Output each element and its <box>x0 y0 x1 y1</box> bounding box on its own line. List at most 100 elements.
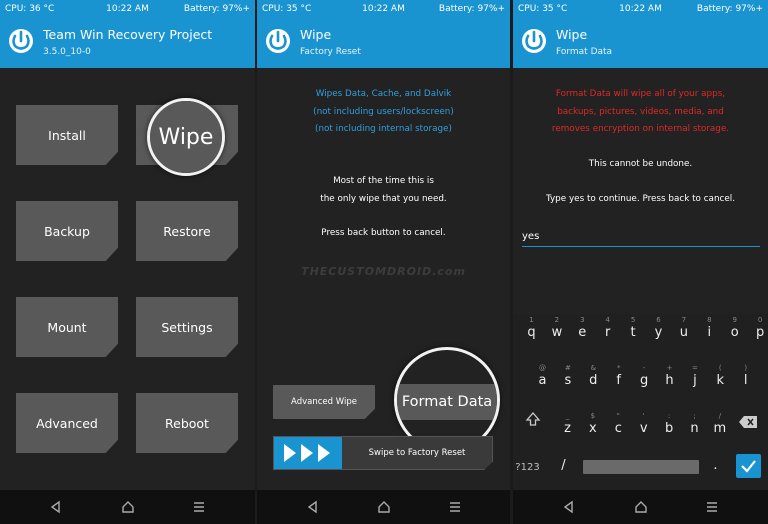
menu-icon[interactable] <box>704 499 720 515</box>
status-bar: CPU: 35 °C 10:22 AM Battery: 97%+ <box>513 0 768 18</box>
menu-icon[interactable] <box>447 499 463 515</box>
key-hint: # <box>564 364 571 372</box>
key-b[interactable]: :b <box>657 412 682 437</box>
key-char: v <box>639 421 648 436</box>
key-hint: @ <box>539 364 546 372</box>
home-icon[interactable] <box>120 499 136 515</box>
key-o[interactable]: 9o <box>722 316 747 341</box>
advanced-button[interactable]: Advanced <box>16 393 118 453</box>
swipe-to-factory-reset[interactable]: Swipe to Factory Reset <box>273 436 493 470</box>
format-panel: Format Data will wipe all of your apps, … <box>513 68 768 490</box>
settings-button[interactable]: Settings <box>136 297 238 357</box>
key-d[interactable]: & d <box>581 364 606 389</box>
key-hint: & <box>590 364 597 372</box>
period-key[interactable]: . <box>703 458 728 473</box>
warning-line: backups, pictures, videos, media, and <box>557 106 724 117</box>
key-char: e <box>578 325 587 340</box>
reboot-button[interactable]: Reboot <box>136 393 238 453</box>
menu-icon[interactable] <box>191 499 207 515</box>
key-v[interactable]: ' v <box>631 412 656 437</box>
shift-icon[interactable] <box>525 411 541 427</box>
key-x[interactable]: $ x <box>580 412 605 437</box>
symbols-key[interactable]: ?123 <box>515 462 540 473</box>
key-char: u <box>679 325 689 340</box>
info-line: Wipes Data, Cache, and Dalvik <box>315 89 452 99</box>
format-data-button[interactable]: Format Data <box>397 384 497 420</box>
backup-button[interactable]: Backup <box>16 201 118 261</box>
backspace-icon[interactable] <box>738 415 758 429</box>
home-icon[interactable] <box>633 499 649 515</box>
key-hint: 1 <box>529 316 534 324</box>
key-t[interactable]: 5t <box>621 316 646 341</box>
key-hint: ; <box>693 412 696 420</box>
key-f[interactable]: * f <box>606 364 631 389</box>
key-hint: 0 <box>757 316 763 324</box>
factory-reset-screen: CPU: 35 °C 10:22 AM Battery: 97%+ Wipe F… <box>257 0 510 524</box>
key-g[interactable]: -g <box>632 364 657 389</box>
key-char: g <box>639 373 649 388</box>
back-icon[interactable] <box>48 499 64 515</box>
mount-button[interactable]: Mount <box>16 297 118 357</box>
wipe-magnifier[interactable]: Wipe <box>147 98 225 176</box>
key-hint: 2 <box>554 316 560 324</box>
warning-line: removes encryption on internal storage. <box>551 124 730 134</box>
key-h[interactable]: + h <box>657 364 682 389</box>
key-p[interactable]: 0p <box>748 316 768 341</box>
slash-key[interactable]: / <box>551 458 576 473</box>
key-k[interactable]: (k <box>708 364 733 389</box>
key-a[interactable]: @ a <box>530 364 555 389</box>
key-z[interactable]: _ z <box>555 412 580 437</box>
key-hint: = <box>691 364 698 372</box>
battery-status: Battery: 97%+ <box>438 4 505 14</box>
key-hint: $ <box>590 412 596 420</box>
key-hint: : <box>667 412 671 420</box>
key-c[interactable]: " c <box>606 412 631 437</box>
install-button[interactable]: Install <box>16 105 118 165</box>
key-s[interactable]: # s <box>555 364 580 389</box>
key-char: y <box>654 325 663 340</box>
key-u[interactable]: 7u <box>671 316 696 341</box>
restore-button[interactable]: Restore <box>136 201 238 261</box>
page-subtitle: Factory Reset <box>300 47 361 57</box>
space-key[interactable] <box>583 460 699 474</box>
home-icon[interactable] <box>376 499 392 515</box>
key-char: f <box>616 373 621 388</box>
key-i[interactable]: 8i <box>697 316 722 341</box>
key-j[interactable]: = j <box>682 364 707 389</box>
back-icon[interactable] <box>305 499 321 515</box>
onscreen-keyboard: ?123 / . 1 q 2 w 3 e 4 r 5 t 6 y 7 u 8 i 9 o 0 p @ a # s & d * f - g +… <box>513 314 768 490</box>
key-hint: 4 <box>605 316 610 324</box>
format-data-screen: CPU: 35 °C 10:22 AM Battery: 97%+ Wipe F… <box>513 0 768 524</box>
page-title: Team Win Recovery Project <box>43 27 213 42</box>
key-hint: ( <box>718 364 722 372</box>
swipe-handle[interactable] <box>274 437 342 469</box>
key-q[interactable]: 1q <box>519 316 544 341</box>
navigation-bar <box>0 490 255 524</box>
key-w[interactable]: 2w <box>544 316 569 341</box>
key-char: i <box>707 325 712 340</box>
note-line: Most of the time this is <box>333 176 434 186</box>
key-char: l <box>743 373 748 388</box>
key-y[interactable]: 6y <box>646 316 671 341</box>
back-icon[interactable] <box>561 499 577 515</box>
confirm-prompt: Type yes to continue. Press back to canc… <box>545 194 736 204</box>
key-hint: _ <box>565 412 570 420</box>
key-e[interactable]: 3e <box>570 316 595 341</box>
main-menu: Install Backup Restore Mount Settings Ad… <box>0 68 255 490</box>
twrp-logo-icon <box>522 29 546 53</box>
key-hint: * <box>616 364 621 372</box>
key-l[interactable]: ) l <box>733 364 758 389</box>
advanced-wipe-button[interactable]: Advanced Wipe <box>273 385 375 419</box>
key-m[interactable]: / m <box>707 412 732 437</box>
battery-status: Battery: 97%+ <box>696 4 763 14</box>
cancel-hint: Press back button to cancel. <box>321 228 446 238</box>
key-char: o <box>730 325 739 340</box>
key-hint: / <box>718 412 722 420</box>
confirm-input[interactable]: yes <box>522 228 760 247</box>
key-r[interactable]: 4r <box>595 316 620 341</box>
navigation-bar <box>513 490 768 524</box>
key-n[interactable]: ; n <box>682 412 707 437</box>
enter-key[interactable] <box>736 454 761 478</box>
swipe-label: Swipe to Factory Reset <box>368 448 466 458</box>
navigation-bar <box>257 490 510 524</box>
